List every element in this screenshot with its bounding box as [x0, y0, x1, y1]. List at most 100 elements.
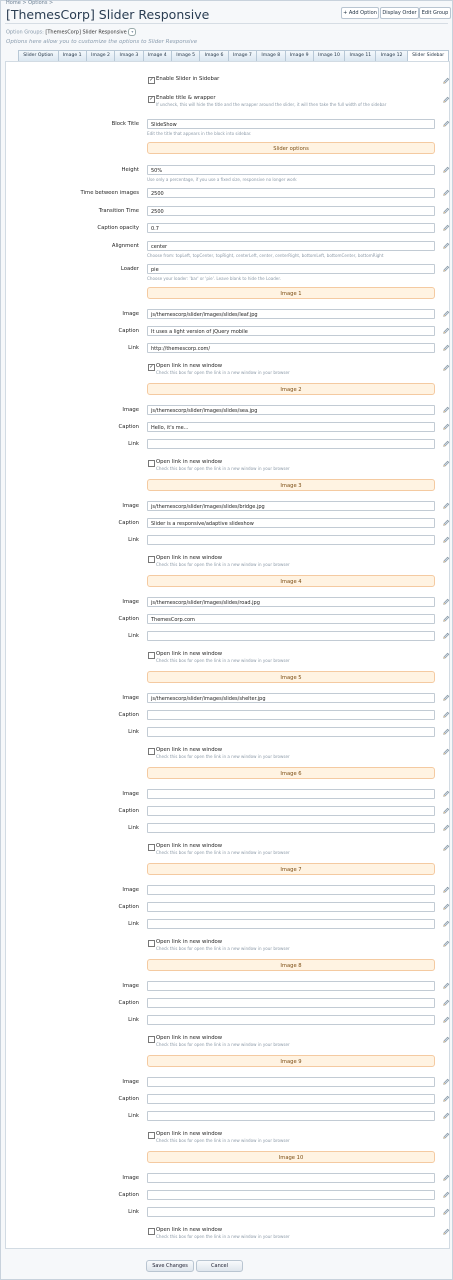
pencil-icon[interactable] — [442, 999, 450, 1007]
image-10-link-input[interactable] — [147, 1207, 435, 1217]
pencil-icon[interactable] — [442, 1016, 450, 1024]
pencil-icon[interactable] — [442, 615, 450, 623]
pencil-icon[interactable] — [442, 652, 450, 660]
pencil-icon[interactable] — [442, 824, 450, 832]
add-option-button[interactable]: + Add Option — [341, 7, 379, 19]
image-3-caption-input[interactable]: Slider is a responsive/adaptive slidesho… — [147, 518, 435, 528]
enable-title-checkbox[interactable]: ✓ — [148, 96, 155, 103]
image-2-open-new-window-checkbox[interactable] — [148, 460, 155, 467]
image-3-link-input[interactable] — [147, 535, 435, 545]
image-2-caption-input[interactable]: Hello, it's me... — [147, 422, 435, 432]
image-1-caption-input[interactable]: It uses a light version of jQuery mobile — [147, 326, 435, 336]
pencil-icon[interactable] — [442, 598, 450, 606]
pencil-icon[interactable] — [442, 344, 450, 352]
image-10-path-input[interactable] — [147, 1173, 435, 1183]
pencil-icon[interactable] — [442, 440, 450, 448]
image-7-open-new-window-checkbox[interactable] — [148, 940, 155, 947]
pencil-icon[interactable] — [442, 1112, 450, 1120]
image-6-caption-input[interactable] — [147, 806, 435, 816]
image-2-path-input[interactable]: js/themescorp/slider/images/slides/sea.j… — [147, 405, 435, 415]
transition-time-input[interactable]: 2500 — [147, 206, 435, 216]
pencil-icon[interactable] — [442, 940, 450, 948]
image-9-path-input[interactable] — [147, 1077, 435, 1087]
pencil-icon[interactable] — [442, 1208, 450, 1216]
pencil-icon[interactable] — [442, 460, 450, 468]
pencil-icon[interactable] — [442, 310, 450, 318]
pencil-icon[interactable] — [442, 77, 450, 85]
pencil-icon[interactable] — [442, 1095, 450, 1103]
image-2-link-input[interactable] — [147, 439, 435, 449]
image-4-path-input[interactable]: js/themescorp/slider/images/slides/road.… — [147, 597, 435, 607]
image-9-open-new-window-checkbox[interactable] — [148, 1132, 155, 1139]
image-3-path-input[interactable]: js/themescorp/slider/images/slides/bridg… — [147, 501, 435, 511]
image-3-open-new-window-checkbox[interactable] — [148, 556, 155, 563]
pencil-icon[interactable] — [442, 1078, 450, 1086]
option-groups-value[interactable]: [ThemesCorp] Slider Responsive — [45, 30, 126, 36]
image-10-open-new-window-checkbox[interactable] — [148, 1228, 155, 1235]
image-4-caption-input[interactable]: ThemesCorp.com — [147, 614, 435, 624]
image-4-open-new-window-checkbox[interactable] — [148, 652, 155, 659]
display-order-button[interactable]: Display Order — [380, 7, 419, 19]
pencil-icon[interactable] — [442, 519, 450, 527]
image-5-caption-input[interactable] — [147, 710, 435, 720]
pencil-icon[interactable] — [442, 790, 450, 798]
edit-group-button[interactable]: Edit Group — [419, 7, 451, 19]
image-6-link-input[interactable] — [147, 823, 435, 833]
pencil-icon[interactable] — [442, 748, 450, 756]
pencil-icon[interactable] — [442, 242, 450, 250]
height-input[interactable]: 50% — [147, 165, 435, 175]
time-between-images-input[interactable]: 2500 — [147, 188, 435, 198]
pencil-icon[interactable] — [442, 728, 450, 736]
pencil-icon[interactable] — [442, 1132, 450, 1140]
pencil-icon[interactable] — [442, 189, 450, 197]
image-7-link-input[interactable] — [147, 919, 435, 929]
image-6-path-input[interactable] — [147, 789, 435, 799]
caption-opacity-input[interactable]: 0.7 — [147, 223, 435, 233]
pencil-icon[interactable] — [442, 694, 450, 702]
pencil-icon[interactable] — [442, 327, 450, 335]
pencil-icon[interactable] — [442, 224, 450, 232]
image-4-link-input[interactable] — [147, 631, 435, 641]
pencil-icon[interactable] — [442, 120, 450, 128]
pencil-icon[interactable] — [442, 903, 450, 911]
image-7-path-input[interactable] — [147, 885, 435, 895]
pencil-icon[interactable] — [442, 207, 450, 215]
image-9-caption-input[interactable] — [147, 1094, 435, 1104]
breadcrumb[interactable]: Home > Options > — [6, 0, 53, 6]
image-8-open-new-window-checkbox[interactable] — [148, 1036, 155, 1043]
pencil-icon[interactable] — [442, 982, 450, 990]
pencil-icon[interactable] — [442, 536, 450, 544]
image-1-open-new-window-checkbox[interactable]: ✓ — [148, 364, 155, 371]
image-8-link-input[interactable] — [147, 1015, 435, 1025]
pencil-icon[interactable] — [442, 1191, 450, 1199]
image-1-path-input[interactable]: js/themescorp/slider/images/slides/leaf.… — [147, 309, 435, 319]
pencil-icon[interactable] — [442, 1036, 450, 1044]
image-5-path-input[interactable]: js/themescorp/slider/images/slides/shelt… — [147, 693, 435, 703]
pencil-icon[interactable] — [442, 886, 450, 894]
save-changes-button[interactable]: Save Changes — [146, 1260, 194, 1272]
pencil-icon[interactable] — [442, 96, 450, 104]
image-1-link-input[interactable]: http://themescorp.com/ — [147, 343, 435, 353]
pencil-icon[interactable] — [442, 502, 450, 510]
pencil-icon[interactable] — [442, 844, 450, 852]
alignment-input[interactable]: center — [147, 241, 435, 251]
pencil-icon[interactable] — [442, 423, 450, 431]
pencil-icon[interactable] — [442, 807, 450, 815]
cancel-button[interactable]: Cancel — [196, 1260, 243, 1272]
image-7-caption-input[interactable] — [147, 902, 435, 912]
image-8-caption-input[interactable] — [147, 998, 435, 1008]
pencil-icon[interactable] — [442, 556, 450, 564]
pencil-icon[interactable] — [442, 265, 450, 273]
pencil-icon[interactable] — [442, 166, 450, 174]
enable-slider-checkbox[interactable]: ✓ — [148, 77, 155, 84]
option-groups-selector[interactable]: Option Groups: [ThemesCorp] Slider Respo… — [6, 28, 137, 36]
pencil-icon[interactable] — [442, 364, 450, 372]
image-8-path-input[interactable] — [147, 981, 435, 991]
loader-input[interactable]: pie — [147, 264, 435, 274]
pencil-icon[interactable] — [442, 920, 450, 928]
image-10-caption-input[interactable] — [147, 1190, 435, 1200]
pencil-icon[interactable] — [442, 1174, 450, 1182]
image-9-link-input[interactable] — [147, 1111, 435, 1121]
pencil-icon[interactable] — [442, 1228, 450, 1236]
pencil-icon[interactable] — [442, 711, 450, 719]
